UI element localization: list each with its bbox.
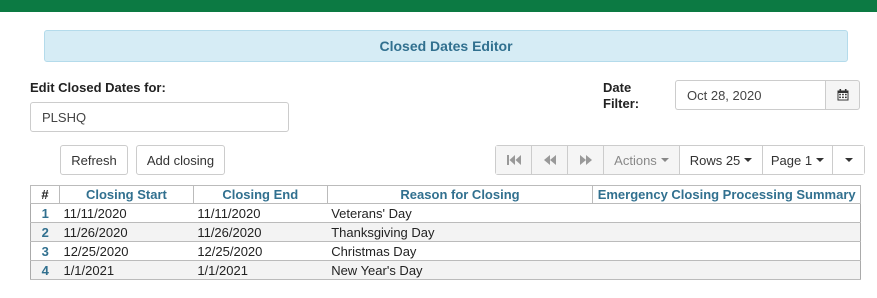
next-page-button[interactable] (568, 146, 604, 174)
closing-end-cell: 11/26/2020 (193, 222, 328, 242)
row-number: 3 (30, 241, 60, 261)
reason-cell: New Year's Day (327, 260, 593, 280)
column-header-reason[interactable]: Reason for Closing (326, 185, 594, 204)
actions-label: Actions (614, 152, 657, 168)
column-header-emergency-summary[interactable]: Emergency Closing Processing Summary (592, 185, 861, 204)
summary-cell (592, 241, 861, 261)
closing-start-cell: 12/25/2020 (59, 241, 194, 261)
first-page-icon (506, 155, 521, 165)
chevron-down-icon (744, 158, 753, 162)
page-dropdown[interactable]: Page 1 (763, 146, 833, 174)
location-label: Edit Closed Dates for: (30, 80, 166, 95)
reason-cell: Veterans' Day (327, 203, 593, 223)
table-row[interactable]: 4 1/1/2021 1/1/2021 New Year's Day (30, 260, 861, 280)
actions-dropdown[interactable]: Actions (604, 146, 680, 174)
pager-toolbar: Actions Rows 25 Page 1 (495, 145, 865, 175)
page-label: Page 1 (770, 152, 813, 168)
column-header-number[interactable]: # (30, 185, 60, 204)
table-header-row: # Closing Start Closing End Reason for C… (30, 185, 861, 204)
summary-cell (592, 260, 861, 280)
closing-start-cell: 11/26/2020 (59, 222, 194, 242)
closing-end-cell: 1/1/2021 (193, 260, 328, 280)
closed-dates-table: # Closing Start Closing End Reason for C… (30, 185, 861, 280)
date-filter-input[interactable] (675, 80, 826, 110)
calendar-button[interactable] (825, 80, 860, 110)
table-row[interactable]: 2 11/26/2020 11/26/2020 Thanksgiving Day (30, 222, 861, 242)
row-number: 1 (30, 203, 60, 223)
calendar-icon (837, 89, 848, 101)
row-number: 4 (30, 260, 60, 280)
row-number: 2 (30, 222, 60, 242)
first-page-button[interactable] (496, 146, 532, 174)
closing-end-cell: 12/25/2020 (193, 241, 328, 261)
page-title: Closed Dates Editor (44, 30, 848, 62)
previous-page-icon (543, 155, 556, 165)
rows-per-page-dropdown[interactable]: Rows 25 (680, 146, 763, 174)
summary-cell (592, 203, 861, 223)
top-bar (0, 0, 877, 12)
next-page-icon (579, 155, 592, 165)
closing-start-cell: 1/1/2021 (59, 260, 194, 280)
reason-cell: Christmas Day (327, 241, 593, 261)
closing-end-cell: 11/11/2020 (193, 203, 328, 223)
add-closing-button[interactable]: Add closing (136, 145, 225, 175)
column-header-closing-end[interactable]: Closing End (192, 185, 328, 204)
more-options-dropdown[interactable] (833, 146, 864, 174)
summary-cell (592, 222, 861, 242)
refresh-button[interactable]: Refresh (60, 145, 128, 175)
table-row[interactable]: 3 12/25/2020 12/25/2020 Christmas Day (30, 241, 861, 261)
reason-cell: Thanksgiving Day (327, 222, 593, 242)
previous-page-button[interactable] (532, 146, 568, 174)
location-input[interactable] (30, 102, 289, 132)
chevron-down-icon (816, 158, 825, 162)
chevron-down-icon (844, 158, 853, 162)
chevron-down-icon (660, 158, 669, 162)
table-row[interactable]: 1 11/11/2020 11/11/2020 Veterans' Day (30, 203, 861, 223)
closing-start-cell: 11/11/2020 (59, 203, 194, 223)
column-header-closing-start[interactable]: Closing Start (58, 185, 194, 204)
rows-label: Rows 25 (689, 152, 741, 168)
date-filter-label: Date Filter: (603, 80, 640, 111)
